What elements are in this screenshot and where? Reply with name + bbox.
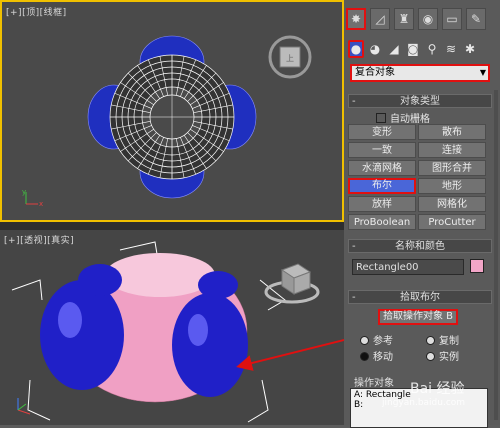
watermark-logo: Bai 经验 — [410, 381, 465, 397]
shapes-icon[interactable]: ◕ — [367, 40, 383, 58]
object-type-button[interactable]: 一致 — [348, 142, 416, 158]
svg-text:y: y — [22, 188, 26, 196]
object-type-header[interactable]: - 对象类型 — [348, 94, 492, 108]
object-type-button[interactable]: ProBoolean — [348, 214, 416, 230]
svg-text:x: x — [39, 200, 43, 208]
object-type-button[interactable]: 布尔 — [348, 178, 416, 194]
collapse-icon: - — [352, 96, 356, 107]
watermark-url: jingyan.baidu.com — [382, 398, 466, 408]
viewport-divider[interactable] — [0, 222, 344, 230]
perspective-viewport[interactable]: [+][透视][真实] — [0, 230, 344, 425]
operand-option-radio[interactable]: 实例 — [426, 348, 459, 363]
object-type-title: 对象类型 — [400, 96, 440, 107]
name-color-rollout: - 名称和颜色 — [348, 239, 492, 253]
utilities-icon[interactable]: ✎ — [466, 8, 486, 30]
top-viewport-canvas: 上 y x — [22, 35, 312, 208]
helpers-icon[interactable]: ⚲ — [424, 40, 440, 58]
display-icon[interactable]: ▭ — [442, 8, 462, 30]
radio-icon — [426, 336, 435, 345]
collapse-icon: - — [352, 241, 356, 252]
collapse-icon: - — [352, 292, 356, 303]
name-color-title: 名称和颜色 — [395, 241, 445, 252]
object-type-button[interactable]: 散布 — [418, 124, 486, 140]
axis-gizmo-icon: y x — [22, 188, 43, 208]
object-type-button[interactable]: 水滴网格 — [348, 160, 416, 176]
top-viewport[interactable]: 上 y x [+][顶][线框] — [0, 0, 344, 222]
object-type-button[interactable]: 网格化 — [418, 196, 486, 212]
command-panel: ✸ ◿ ♜ ◉ ▭ ✎ ● ◕ ◢ ◙ ⚲ ≋ ✱ 复合对象 ▼ - 对象类型 自动栅格 变形 散布 一致… — [344, 0, 500, 428]
motion-icon[interactable]: ◉ — [418, 8, 438, 30]
object-type-button[interactable]: 变形 — [348, 124, 416, 140]
radio-icon — [426, 352, 435, 361]
create-icon[interactable]: ✸ — [346, 8, 366, 30]
option-label: 复制 — [439, 336, 459, 347]
chevron-down-icon: ▼ — [479, 68, 486, 77]
object-type-button[interactable]: ProCutter — [418, 214, 486, 230]
category-dropdown-value: 复合对象 — [355, 67, 395, 78]
perspective-viewport-label[interactable]: [+][透视][真实] — [4, 233, 74, 246]
object-type-button[interactable]: 图形合并 — [418, 160, 486, 176]
object-type-rollout: - 对象类型 — [348, 94, 492, 108]
cameras-icon[interactable]: ◙ — [405, 40, 421, 58]
command-panel-tabs: ✸ ◿ ♜ ◉ ▭ ✎ — [346, 8, 486, 32]
modify-icon[interactable]: ◿ — [370, 8, 390, 30]
operand-option-radio[interactable]: 参考 — [360, 332, 393, 347]
viewcube-perspective-icon — [264, 263, 320, 304]
category-dropdown[interactable]: 复合对象 ▼ — [350, 64, 490, 82]
object-type-button[interactable]: 放样 — [348, 196, 416, 212]
object-type-button[interactable]: 地形 — [418, 178, 486, 194]
viewcube-icon: 上 — [268, 35, 312, 79]
operand-option-radio[interactable]: 移动 — [360, 348, 393, 363]
radio-icon — [360, 352, 369, 361]
object-type-button[interactable]: 连接 — [418, 142, 486, 158]
spacewarps-icon[interactable]: ≋ — [443, 40, 459, 58]
panel-scrollbar[interactable] — [494, 90, 498, 420]
pick-boolean-header[interactable]: - 拾取布尔 — [348, 290, 492, 304]
autogrid-checkbox[interactable]: 自动栅格 — [376, 110, 430, 125]
option-label: 移动 — [373, 352, 393, 363]
option-label: 实例 — [439, 352, 459, 363]
perspective-viewport-canvas — [11, 241, 320, 423]
radio-icon — [360, 336, 369, 345]
pick-operand-b-button[interactable]: 拾取操作对象 B — [378, 309, 458, 325]
name-color-header[interactable]: - 名称和颜色 — [348, 239, 492, 253]
pick-boolean-rollout: - 拾取布尔 — [348, 290, 492, 304]
create-category-tabs: ● ◕ ◢ ◙ ⚲ ≋ ✱ — [348, 40, 478, 58]
object-name-field[interactable]: Rectangle00 — [352, 259, 464, 275]
option-label: 参考 — [373, 336, 393, 347]
lights-icon[interactable]: ◢ — [386, 40, 402, 58]
systems-icon[interactable]: ✱ — [462, 40, 478, 58]
operand-option-radio[interactable]: 复制 — [426, 332, 459, 347]
hierarchy-icon[interactable]: ♜ — [394, 8, 414, 30]
svg-text:上: 上 — [286, 54, 294, 63]
geometry-icon[interactable]: ● — [348, 40, 364, 58]
top-viewport-label[interactable]: [+][顶][线框] — [6, 5, 67, 18]
pick-boolean-title: 拾取布尔 — [400, 292, 440, 303]
object-color-swatch[interactable] — [470, 259, 484, 273]
checkbox-icon — [376, 113, 386, 123]
